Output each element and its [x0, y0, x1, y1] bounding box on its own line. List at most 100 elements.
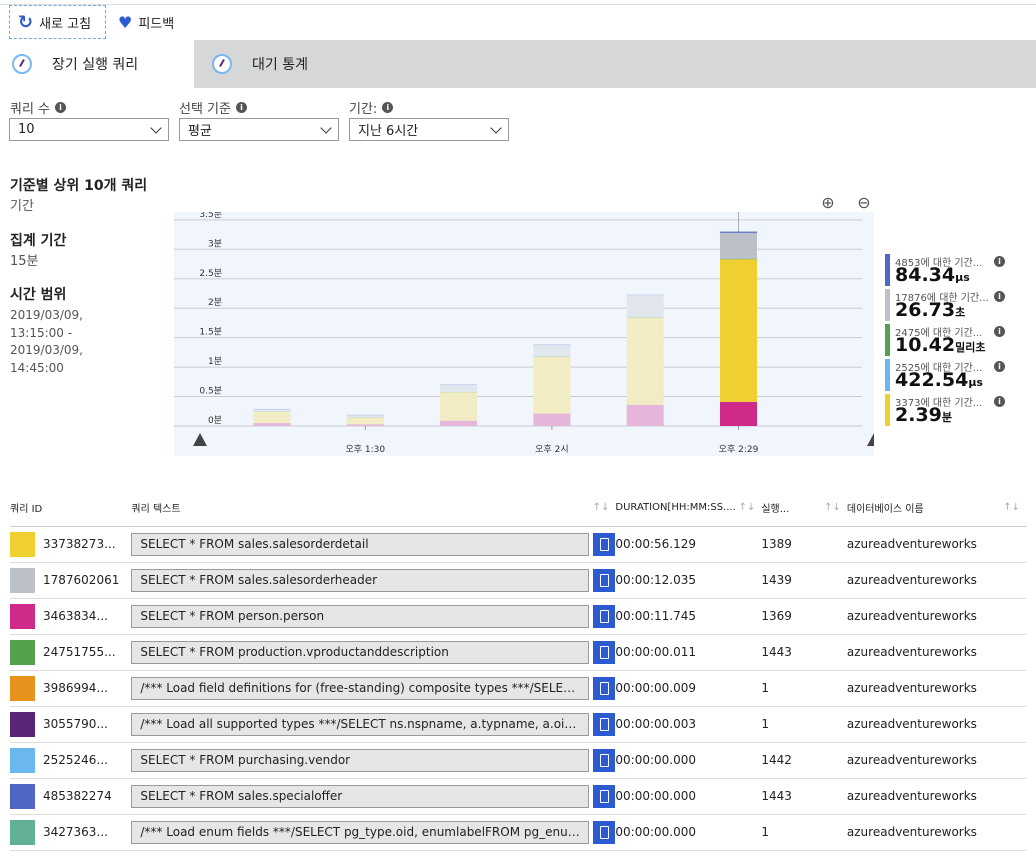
sort-icon[interactable]: ↑↓: [593, 502, 610, 513]
column-header[interactable]: 데이터베이스 이름 ↑↓: [846, 490, 1026, 527]
table-row[interactable]: 3427363... /*** Load enum fields ***/SEL…: [10, 814, 1026, 851]
bar-segment[interactable]: [626, 295, 664, 318]
query-text[interactable]: SELECT * FROM purchasing.vendor: [131, 748, 590, 772]
sort-icon[interactable]: ↑↓: [739, 502, 756, 513]
feedback-button[interactable]: ♥ 피드백: [110, 5, 182, 39]
legend-item[interactable]: 4853에 대한 기간... 84.34μs i: [885, 254, 1005, 286]
bar-segment[interactable]: [346, 424, 384, 426]
zoom-in-icon[interactable]: ⊕: [819, 193, 837, 212]
query-text[interactable]: /*** Load enum fields ***/SELECT pg_type…: [131, 820, 590, 844]
legend-item[interactable]: 2475에 대한 기간... 10.42밀리초 i: [885, 324, 1005, 356]
info-icon[interactable]: i: [994, 396, 1005, 407]
column-header[interactable]: 쿼리 ID: [10, 490, 132, 527]
info-icon[interactable]: i: [994, 291, 1005, 302]
copy-icon[interactable]: [593, 604, 616, 628]
copy-icon[interactable]: [593, 784, 616, 808]
bar-segment[interactable]: [346, 417, 384, 418]
column-header[interactable]: 쿼리 텍스트 ↑↓: [131, 490, 616, 527]
legend-item[interactable]: 3373에 대한 기간... 2.39분 i: [885, 394, 1005, 426]
query-text[interactable]: SELECT * FROM sales.salesorderheader: [131, 568, 590, 592]
tab-wait-statistics[interactable]: 대기 통계: [200, 40, 308, 88]
sort-icon[interactable]: ↑↓: [1003, 502, 1020, 513]
bar-segment[interactable]: [720, 258, 757, 260]
info-icon[interactable]: i: [994, 326, 1005, 337]
copy-icon[interactable]: [593, 676, 616, 700]
selection-criterion-select[interactable]: 평균: [179, 118, 339, 141]
refresh-label: 새로 고침: [39, 16, 92, 32]
y-tick-label: 1.5분: [199, 327, 222, 338]
bar-segment[interactable]: [440, 384, 478, 385]
bar-segment[interactable]: [626, 317, 664, 405]
bar-segment[interactable]: [626, 404, 664, 426]
refresh-button[interactable]: ↻ 새로 고침: [9, 5, 106, 39]
selection-criterion-label: 선택 기준 i: [179, 98, 247, 117]
bar-segment[interactable]: [346, 414, 384, 416]
database-name: azureadventureworks: [846, 670, 1026, 707]
bar-segment[interactable]: [440, 420, 478, 426]
query-text[interactable]: SELECT * FROM sales.salesorderdetail: [131, 532, 590, 556]
tab-long-running-queries[interactable]: 장기 실행 쿼리: [0, 40, 194, 88]
table-row[interactable]: 1787602061 SELECT * FROM sales.salesorde…: [10, 562, 1026, 599]
bar-segment[interactable]: [253, 423, 291, 426]
table-row[interactable]: 24751755... SELECT * FROM production.vpr…: [10, 634, 1026, 671]
legend-item[interactable]: 2525에 대한 기간... 422.54μs i: [885, 359, 1005, 391]
bar-segment[interactable]: [440, 392, 478, 421]
info-icon[interactable]: i: [994, 361, 1005, 372]
refresh-icon: ↻: [18, 11, 34, 33]
bar-segment[interactable]: [253, 409, 291, 412]
column-header[interactable]: 실행... ↑↓: [761, 490, 847, 527]
range-end-handle[interactable]: [867, 433, 881, 446]
query-count-select[interactable]: 10: [9, 118, 169, 141]
zoom-out-icon[interactable]: ⊖: [855, 193, 873, 212]
table-row[interactable]: 3055790... /*** Load all supported types…: [10, 706, 1026, 743]
sort-icon[interactable]: ↑↓: [824, 502, 841, 513]
bar-segment[interactable]: [720, 259, 757, 402]
info-icon[interactable]: i: [382, 102, 394, 113]
period-label: 기간: i: [349, 98, 394, 117]
query-text[interactable]: SELECT * FROM sales.specialoffer: [131, 784, 590, 808]
query-text[interactable]: /*** Load field definitions for (free-st…: [131, 676, 590, 700]
bar-segment[interactable]: [533, 413, 571, 426]
bar-segment[interactable]: [346, 417, 384, 425]
bar-segment[interactable]: [720, 231, 757, 233]
bar-segment[interactable]: [440, 384, 478, 392]
copy-icon[interactable]: [593, 568, 616, 592]
bar-segment[interactable]: [253, 411, 291, 424]
duration: 00:00:00.000: [615, 814, 762, 851]
column-header[interactable]: DURATION[HH:MM:SS.... ↑↓: [615, 490, 762, 527]
period-select[interactable]: 지난 6시간: [349, 118, 509, 141]
copy-icon[interactable]: [593, 532, 616, 556]
query-text[interactable]: SELECT * FROM production.vproductanddesc…: [131, 640, 590, 664]
table-row[interactable]: 33738273... SELECT * FROM sales.salesord…: [10, 526, 1026, 563]
query-text[interactable]: /*** Load all supported types ***/SELECT…: [131, 712, 590, 736]
bar-segment[interactable]: [533, 357, 571, 414]
executions: 1369: [761, 598, 847, 635]
copy-icon[interactable]: [593, 820, 616, 844]
bar-segment[interactable]: [720, 232, 757, 259]
table-row[interactable]: 2525246... SELECT * FROM purchasing.vend…: [10, 742, 1026, 779]
y-tick-label: 3.5분: [199, 212, 222, 220]
copy-icon[interactable]: [593, 712, 616, 736]
bar-segment[interactable]: [346, 415, 384, 418]
bar-segment[interactable]: [626, 317, 664, 318]
table-row[interactable]: 3463834... SELECT * FROM person.person 0…: [10, 598, 1026, 635]
table-row[interactable]: 485382274 SELECT * FROM sales.specialoff…: [10, 778, 1026, 815]
bar-segment[interactable]: [533, 356, 571, 358]
bar-segment[interactable]: [533, 344, 571, 345]
bar-segment[interactable]: [440, 391, 478, 393]
bar-segment[interactable]: [253, 411, 291, 412]
bar-segment[interactable]: [626, 294, 664, 296]
info-icon[interactable]: i: [994, 256, 1005, 267]
bar-segment[interactable]: [533, 344, 571, 357]
bar-segment[interactable]: [720, 401, 757, 426]
info-icon[interactable]: i: [235, 102, 247, 113]
table-row[interactable]: 3986994... /*** Load field definitions f…: [10, 670, 1026, 707]
bar-segment[interactable]: [253, 408, 291, 410]
y-tick-label: 1분: [208, 356, 222, 367]
copy-icon[interactable]: [593, 640, 616, 664]
info-icon[interactable]: i: [55, 102, 67, 113]
legend-item[interactable]: 17876에 대한 기간... 26.73초 i: [885, 289, 1005, 321]
range-start-handle[interactable]: [193, 433, 207, 446]
copy-icon[interactable]: [593, 748, 616, 772]
query-text[interactable]: SELECT * FROM person.person: [131, 604, 590, 628]
